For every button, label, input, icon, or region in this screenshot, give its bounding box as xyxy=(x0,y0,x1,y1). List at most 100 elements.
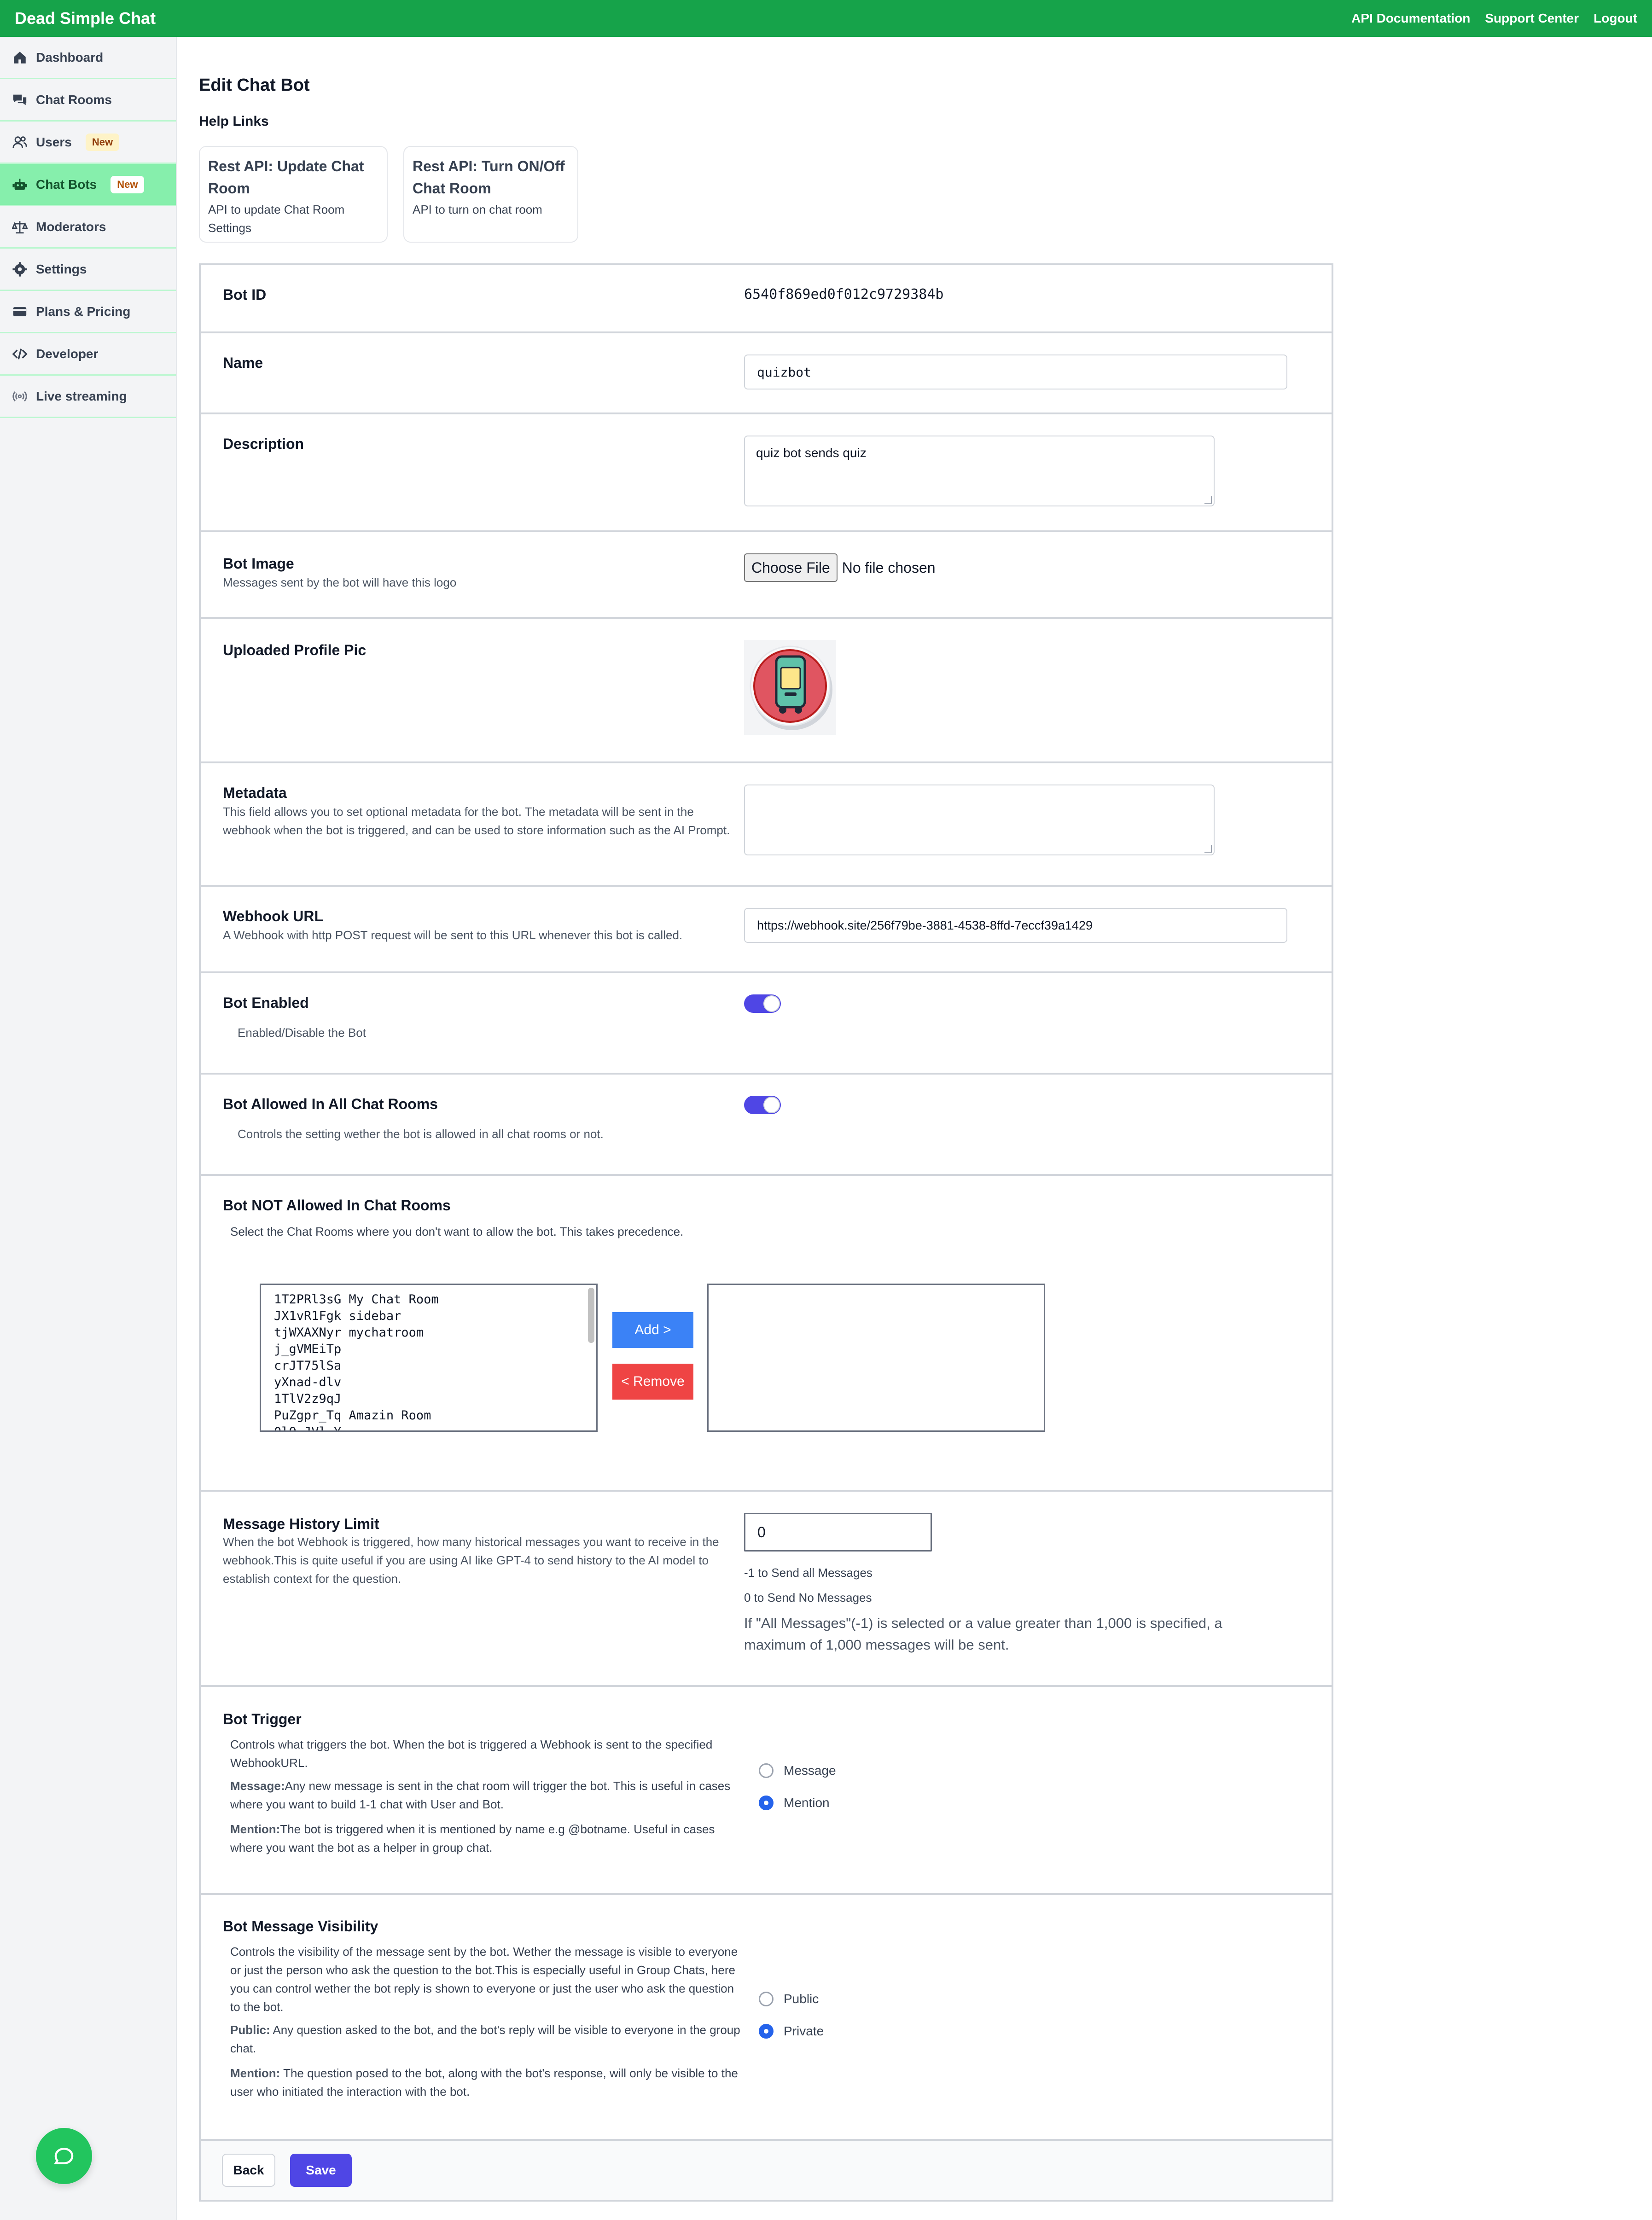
room-option[interactable]: tjWXAXNyr mychatroom xyxy=(261,1325,596,1341)
sidebar-item-label: Chat Bots xyxy=(36,177,97,192)
bot-enabled-toggle[interactable] xyxy=(744,994,781,1013)
sidebar: Dashboard Chat Rooms Users New Chat Bots… xyxy=(0,37,177,2220)
room-option[interactable]: crJT75lSa xyxy=(261,1358,596,1374)
visibility-note-public: Public: Any question asked to the bot, a… xyxy=(230,2021,744,2057)
save-button[interactable]: Save xyxy=(290,2154,352,2187)
webhook-url-input[interactable]: https://webhook.site/256f79be-3881-4538-… xyxy=(744,908,1287,943)
sidebar-item-chat-bots[interactable]: Chat Bots New xyxy=(0,164,176,206)
name-input[interactable]: quizbot xyxy=(744,355,1287,389)
brand-logo[interactable]: Dead Simple Chat xyxy=(15,9,156,28)
name-label: Name xyxy=(223,355,263,371)
add-room-button[interactable]: Add > xyxy=(612,1312,693,1348)
visibility-option-private[interactable]: Private xyxy=(759,2024,1332,2039)
resize-grip[interactable] xyxy=(1204,845,1212,853)
history-limit-input[interactable]: 0 xyxy=(744,1513,932,1552)
sidebar-item-live-streaming[interactable]: Live streaming xyxy=(0,376,176,418)
toggle-knob xyxy=(763,995,780,1012)
top-nav-links: API Documentation Support Center Logout xyxy=(1351,11,1637,26)
profile-pic-label: Uploaded Profile Pic xyxy=(223,642,366,658)
history-sub: When the bot Webhook is triggered, how m… xyxy=(223,1535,719,1586)
help-cards: Rest API: Update Chat Room API to update… xyxy=(199,146,1626,243)
room-option[interactable]: JX1vR1Fgk sidebar xyxy=(261,1308,596,1325)
choose-file-button[interactable]: Choose File xyxy=(744,553,838,582)
help-card-title: Rest API: Update Chat Room xyxy=(208,158,364,197)
trigger-option-message[interactable]: Message xyxy=(759,1763,1332,1778)
row-description: Description quiz bot sends quiz xyxy=(201,414,1332,532)
row-metadata: Metadata This field allows you to set op… xyxy=(201,763,1332,887)
room-option[interactable]: j_gVMEiTp xyxy=(261,1341,596,1358)
sidebar-item-moderators[interactable]: Moderators xyxy=(0,206,176,249)
bot-profile-image xyxy=(744,640,836,735)
description-text: quiz bot sends quiz xyxy=(756,446,867,460)
available-rooms-listbox[interactable]: 1T2PRl3sG My Chat Room JX1vR1Fgk sidebar… xyxy=(260,1284,598,1432)
bot-form-panel: Bot ID 6540f869ed0f012c9729384b Name qui… xyxy=(199,263,1333,2202)
not-allowed-sub: Select the Chat Rooms where you don't wa… xyxy=(230,1225,684,1238)
metadata-sub: This field allows you to set optional me… xyxy=(223,805,730,837)
sidebar-item-label: Plans & Pricing xyxy=(36,304,131,319)
room-option[interactable]: PuZgpr_Tq Amazin Room xyxy=(261,1407,596,1424)
logout-link[interactable]: Logout xyxy=(1594,11,1637,26)
sidebar-item-dashboard[interactable]: Dashboard xyxy=(0,37,176,79)
description-textarea[interactable]: quiz bot sends quiz xyxy=(744,436,1215,506)
allowed-all-toggle[interactable] xyxy=(744,1096,781,1114)
remove-room-button[interactable]: < Remove xyxy=(612,1364,693,1400)
visibility-note-private-text: The question posed to the bot, along wit… xyxy=(230,2066,738,2098)
support-chat-button[interactable] xyxy=(36,2128,92,2184)
room-option[interactable]: 1TlV2z9qJ xyxy=(261,1391,596,1407)
webhook-sub: A Webhook with http POST request will be… xyxy=(223,928,683,942)
row-profile-pic: Uploaded Profile Pic xyxy=(201,619,1332,763)
row-allowed-all-rooms: Bot Allowed In All Chat Rooms Controls t… xyxy=(201,1075,1332,1176)
excluded-rooms-listbox[interactable] xyxy=(707,1284,1045,1432)
room-option[interactable]: 0lQ_JVl_Y xyxy=(261,1424,596,1430)
allowed-all-sub: Controls the setting wether the bot is a… xyxy=(238,1127,604,1141)
trigger-sub: Controls what triggers the bot. When the… xyxy=(230,1738,713,1770)
radio-button-selected[interactable] xyxy=(759,1796,774,1810)
api-docs-link[interactable]: API Documentation xyxy=(1351,11,1470,26)
radio-label: Private xyxy=(784,2024,824,2038)
file-status: No file chosen xyxy=(842,559,936,576)
trigger-note-message: Message:Any new message is sent in the c… xyxy=(230,1777,737,1813)
sidebar-item-chat-rooms[interactable]: Chat Rooms xyxy=(0,79,176,122)
history-max-note: If "All Messages"(-1) is selected or a v… xyxy=(744,1615,1222,1653)
radio-label: Mention xyxy=(784,1796,830,1810)
radio-button[interactable] xyxy=(759,1992,774,2006)
trigger-label: Bot Trigger xyxy=(223,1711,302,1727)
new-badge: New xyxy=(111,175,145,193)
help-card-desc: API to turn on chat room xyxy=(413,203,542,216)
row-history-limit: Message History Limit When the bot Webho… xyxy=(201,1492,1332,1687)
metadata-textarea[interactable] xyxy=(744,785,1215,855)
room-option[interactable]: 1T2PRl3sG My Chat Room xyxy=(261,1291,596,1308)
radio-button[interactable] xyxy=(759,1763,774,1778)
row-name: Name quizbot xyxy=(201,333,1332,414)
sidebar-item-label: Live streaming xyxy=(36,389,127,403)
row-bot-image: Bot Image Messages sent by the bot will … xyxy=(201,532,1332,619)
help-card-turn-on-off[interactable]: Rest API: Turn ON/Off Chat Room API to t… xyxy=(403,146,578,243)
back-button[interactable]: Back xyxy=(222,2154,275,2187)
help-card-update-chat-room[interactable]: Rest API: Update Chat Room API to update… xyxy=(199,146,388,243)
room-option[interactable]: yXnad-dlv xyxy=(261,1374,596,1391)
help-links-title: Help Links xyxy=(199,114,269,129)
visibility-sub: Controls the visibility of the message s… xyxy=(230,1945,738,2014)
sidebar-item-developer[interactable]: Developer xyxy=(0,333,176,376)
listbox-scrollbar[interactable] xyxy=(588,1288,594,1343)
bot-image-sub: Messages sent by the bot will have this … xyxy=(223,575,457,589)
users-icon xyxy=(12,134,28,150)
row-bot-enabled: Bot Enabled Enabled/Disable the Bot xyxy=(201,973,1332,1075)
home-icon xyxy=(12,50,28,65)
resize-grip[interactable] xyxy=(1204,496,1212,504)
broadcast-icon xyxy=(12,389,28,404)
sidebar-item-settings[interactable]: Settings xyxy=(0,249,176,291)
form-footer: Back Save xyxy=(201,2141,1332,2200)
sidebar-item-plans-pricing[interactable]: Plans & Pricing xyxy=(0,291,176,333)
sidebar-item-users[interactable]: Users New xyxy=(0,122,176,164)
visibility-option-public[interactable]: Public xyxy=(759,1992,1332,2006)
radio-button-selected[interactable] xyxy=(759,2024,774,2039)
sidebar-item-label: Settings xyxy=(36,262,87,276)
radio-label: Public xyxy=(784,1992,819,2006)
allowed-all-label: Bot Allowed In All Chat Rooms xyxy=(223,1096,438,1112)
trigger-option-mention[interactable]: Mention xyxy=(759,1796,1332,1810)
bot-id-label: Bot ID xyxy=(223,286,267,303)
description-label: Description xyxy=(223,436,304,452)
support-center-link[interactable]: Support Center xyxy=(1485,11,1579,26)
visibility-note-private: Mention: The question posed to the bot, … xyxy=(230,2064,744,2101)
